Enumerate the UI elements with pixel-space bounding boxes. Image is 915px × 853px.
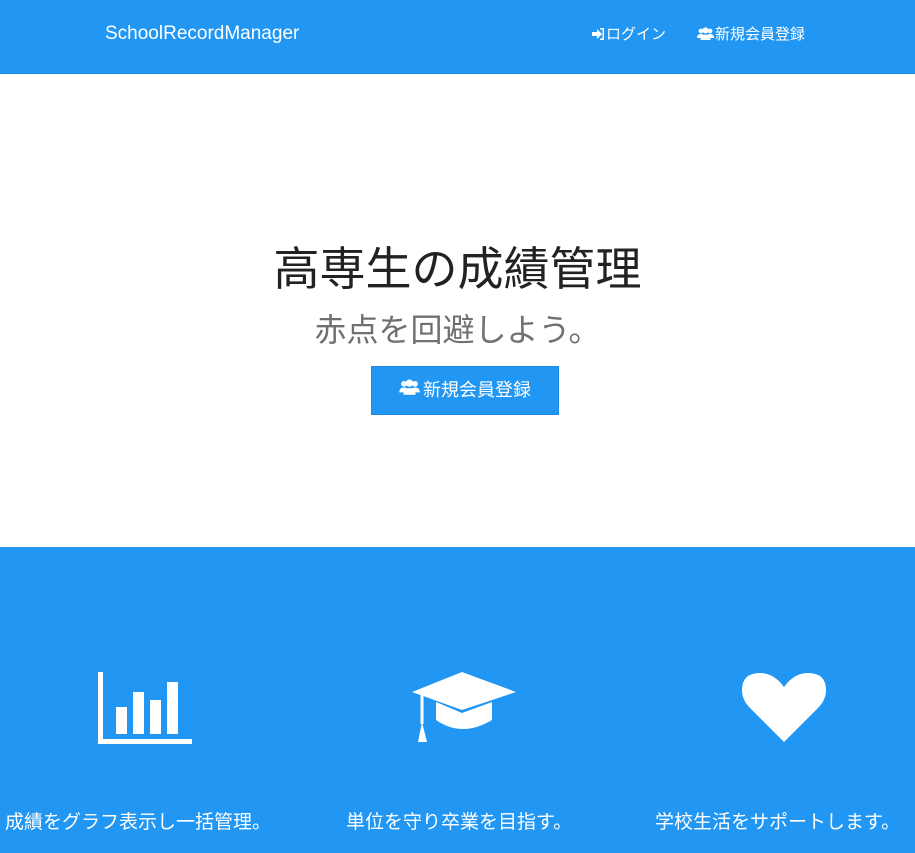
features-section: 成績をグラフ表示し一括管理。 単位を守り卒業を目指す。 学校生活をサポートします… bbox=[0, 547, 915, 853]
users-icon bbox=[697, 27, 715, 41]
brand-link[interactable]: SchoolRecordManager bbox=[105, 22, 299, 46]
feature-text-support: 学校生活をサポートします。 bbox=[655, 811, 901, 833]
login-link[interactable]: ログイン bbox=[591, 24, 666, 44]
register-link-label: 新規会員登録 bbox=[715, 25, 806, 43]
hero-title: 高専生の成績管理 bbox=[273, 242, 642, 296]
sign-in-icon bbox=[591, 27, 606, 41]
hero-subtitle: 赤点を回避しよう。 bbox=[314, 311, 601, 349]
hero-section: 高専生の成績管理 赤点を回避しよう。 新規会員登録 bbox=[0, 74, 915, 547]
hero-register-button[interactable]: 新規会員登録 bbox=[371, 366, 559, 415]
feature-text-grades: 成績をグラフ表示し一括管理。 bbox=[5, 811, 272, 833]
login-link-label: ログイン bbox=[606, 25, 667, 43]
feature-text-credits: 単位を守り卒業を目指す。 bbox=[346, 811, 573, 833]
graduation-cap-icon bbox=[410, 672, 518, 748]
register-link[interactable]: 新規会員登録 bbox=[697, 24, 805, 44]
hero-register-button-label: 新規会員登録 bbox=[423, 380, 531, 401]
heart-icon bbox=[742, 672, 826, 748]
bar-chart-icon bbox=[98, 672, 192, 748]
users-icon bbox=[399, 366, 423, 415]
top-navbar: SchoolRecordManager ログイン 新規会員登録 bbox=[0, 0, 915, 74]
